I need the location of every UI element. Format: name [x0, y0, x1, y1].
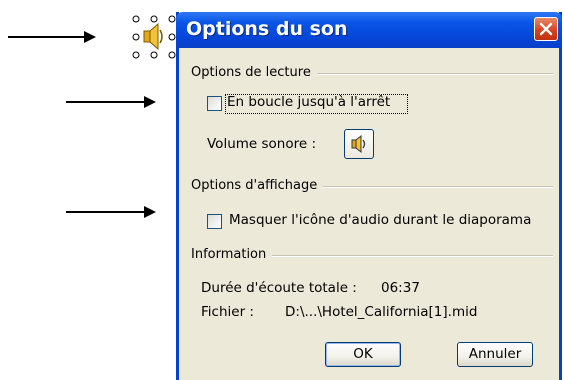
close-button[interactable]	[534, 17, 558, 41]
hide-icon-label[interactable]: Masquer l'icône d'audio durant le diapor…	[229, 212, 531, 228]
annotation-arrow-loop	[66, 96, 156, 108]
information-group-label: Information	[191, 247, 273, 262]
loop-checkbox[interactable]	[207, 96, 222, 111]
dialog-title: Options du son	[186, 18, 348, 40]
annotation-arrow-hide-icon	[66, 206, 156, 218]
file-value: D:\...\Hotel_California[1].mid	[285, 304, 478, 320]
playback-group-label: Options de lecture	[191, 65, 317, 80]
cancel-button[interactable]: Annuler	[457, 342, 533, 367]
sound-options-dialog: Options du son Options de lecture En bou…	[176, 12, 562, 380]
volume-button[interactable]	[344, 129, 374, 159]
title-bar[interactable]: Options du son	[176, 12, 562, 48]
volume-label: Volume sonore :	[207, 136, 317, 152]
duration-value: 06:37	[381, 280, 420, 296]
close-icon	[539, 22, 553, 36]
screenshot: Options du son Options de lecture En bou…	[0, 0, 564, 380]
annotation-arrow-slide	[8, 31, 96, 43]
slide-sound-object[interactable]	[132, 15, 176, 59]
ok-button[interactable]: OK	[325, 342, 401, 367]
duration-label: Durée d'écoute totale :	[201, 280, 357, 296]
file-label: Fichier :	[201, 304, 254, 320]
loop-label[interactable]: En boucle jusqu'à l'arrêt	[227, 94, 390, 110]
hide-icon-checkbox[interactable]	[207, 214, 222, 229]
display-group-label: Options d'affichage	[191, 178, 324, 193]
speaker-icon	[132, 15, 176, 59]
speaker-icon	[351, 134, 366, 154]
